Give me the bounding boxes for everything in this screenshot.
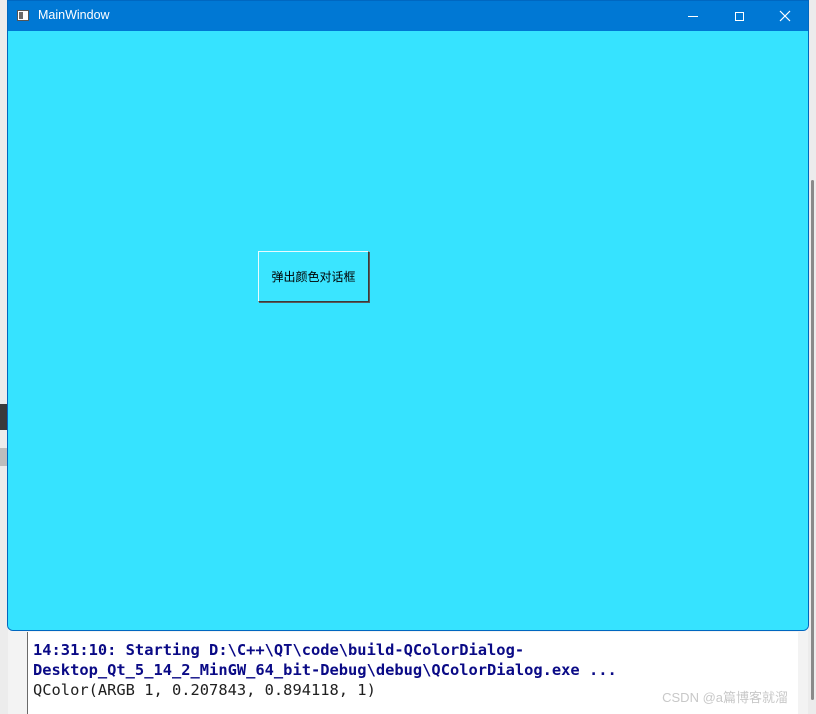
output-line: Desktop_Qt_5_14_2_MinGW_64_bit-Debug\deb… bbox=[33, 661, 617, 679]
close-icon bbox=[779, 10, 791, 22]
maximize-button[interactable] bbox=[716, 1, 762, 31]
window-title: MainWindow bbox=[38, 8, 110, 22]
open-color-dialog-button[interactable]: 弹出颜色对话框 bbox=[258, 251, 369, 302]
application-output-pane: 14:31:10: Starting D:\C++\QT\code\build-… bbox=[27, 632, 798, 714]
app-window-icon bbox=[17, 10, 29, 21]
minimize-button[interactable] bbox=[670, 1, 716, 31]
watermark: CSDN @a篇博客就溜 bbox=[662, 690, 788, 705]
central-widget: 弹出颜色对话框 bbox=[8, 31, 808, 630]
title-bar[interactable]: MainWindow bbox=[8, 1, 808, 31]
output-line: QColor(ARGB 1, 0.207843, 0.894118, 1) bbox=[33, 681, 376, 699]
main-window: MainWindow 弹出颜色对话框 bbox=[7, 0, 809, 631]
minimize-icon bbox=[688, 15, 698, 17]
output-line: 14:31:10: Starting D:\C++\QT\code\build-… bbox=[33, 641, 525, 659]
maximize-icon bbox=[734, 11, 744, 21]
close-button[interactable] bbox=[762, 1, 808, 31]
background-scrollbar[interactable] bbox=[811, 180, 814, 700]
